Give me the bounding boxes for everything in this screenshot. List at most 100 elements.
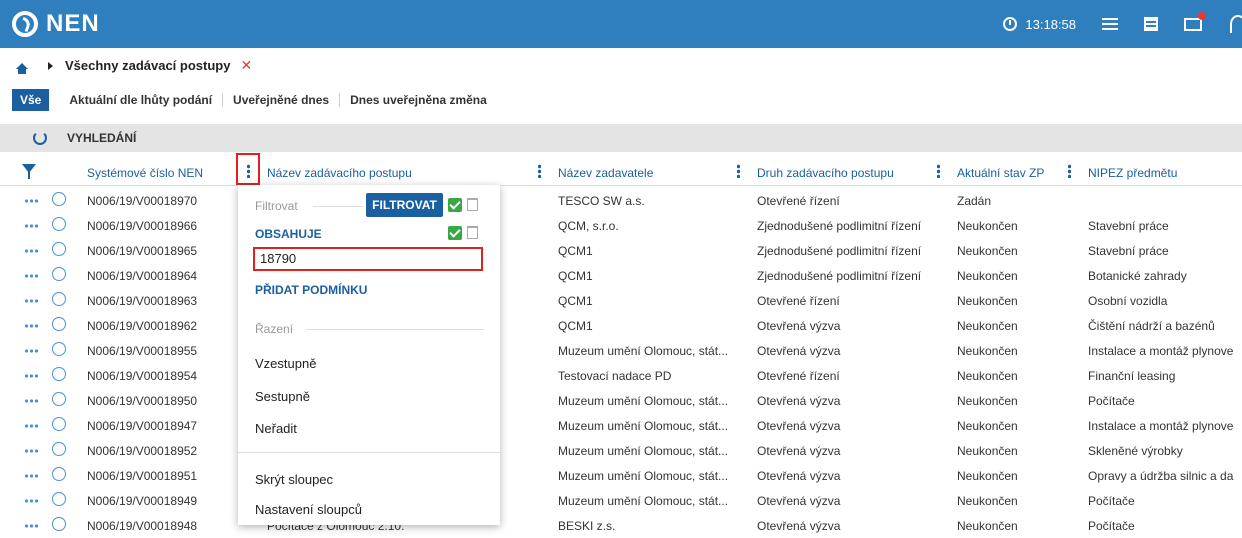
more-icon[interactable] xyxy=(24,374,38,378)
more-icon[interactable] xyxy=(24,449,38,453)
check-icon[interactable] xyxy=(448,198,462,212)
more-icon[interactable] xyxy=(24,199,38,203)
info-icon[interactable] xyxy=(52,392,66,406)
tab-current-deadline[interactable]: Aktuální dle lhůty podání xyxy=(59,93,224,107)
info-icon[interactable] xyxy=(52,267,66,281)
table-row[interactable]: N006/19/V00018949 Muzeum umění Olomouc, s… xyxy=(0,488,1242,513)
more-icon[interactable] xyxy=(24,274,38,278)
column-menu-icon[interactable] xyxy=(937,164,940,178)
add-condition-link[interactable]: PŘIDAT PODMÍNKU xyxy=(255,283,367,297)
info-icon[interactable] xyxy=(52,367,66,381)
more-icon[interactable] xyxy=(24,524,38,528)
home-icon[interactable] xyxy=(16,62,28,74)
hide-column-item[interactable]: Skrýt sloupec xyxy=(255,472,333,487)
refresh-icon[interactable] xyxy=(33,131,47,145)
cell-nipez: Počítače xyxy=(1088,494,1135,508)
table-row[interactable]: N006/19/V00018952 Muzeum umění Olomouc, s… xyxy=(0,438,1242,463)
trash-icon[interactable] xyxy=(467,198,478,211)
more-icon[interactable] xyxy=(24,399,38,403)
table-row[interactable]: N006/19/V00018963honQCM1Otevřené řízeníN… xyxy=(0,288,1242,313)
filter-label: Filtrovat xyxy=(255,199,298,213)
cell-nipez: Stavební práce xyxy=(1088,219,1169,233)
user-icon[interactable] xyxy=(1230,15,1242,33)
column-header-system-number[interactable]: Systémové číslo NEN xyxy=(87,166,203,180)
column-menu-icon[interactable] xyxy=(737,164,740,178)
column-menu-icon[interactable] xyxy=(538,164,541,178)
table-row[interactable]: N006/19/V00018947 Muzeum umění Olomouc, s… xyxy=(0,413,1242,438)
info-icon[interactable] xyxy=(52,192,66,206)
more-icon[interactable] xyxy=(24,424,38,428)
filter-icon[interactable] xyxy=(22,164,36,179)
table-header: Systémové číslo NEN Název zadávacího pos… xyxy=(0,158,1242,186)
table-row[interactable]: N006/19/V00018950 Muzeum umění Olomouc, s… xyxy=(0,388,1242,413)
trash-icon[interactable] xyxy=(467,226,478,239)
menu-icon[interactable] xyxy=(1102,18,1118,30)
cell-status: Neukončen xyxy=(957,269,1018,283)
condition-select[interactable]: OBSAHUJE xyxy=(255,227,322,241)
table-row[interactable]: N006/19/V00018951 Muzeum umění Olomouc, s… xyxy=(0,463,1242,488)
cell-status: Neukončen xyxy=(957,294,1018,308)
column-header-procedure-type[interactable]: Druh zadávacího postupu xyxy=(757,166,894,180)
sort-descending-item[interactable]: Sestupně xyxy=(255,389,310,404)
table-row[interactable]: N006/19/V00018966dek 3...QCM, s.r.o.Zjed… xyxy=(0,213,1242,238)
info-icon[interactable] xyxy=(52,467,66,481)
cell-contracting-authority: Muzeum umění Olomouc, stát... xyxy=(558,494,729,508)
more-icon[interactable] xyxy=(24,474,38,478)
cell-procedure-type: Otevřená výzva xyxy=(757,494,841,508)
cell-contracting-authority: QCM1 xyxy=(558,294,593,308)
filter-button[interactable]: FILTROVAT xyxy=(366,193,443,217)
info-icon[interactable] xyxy=(52,217,66,231)
more-icon[interactable] xyxy=(24,324,38,328)
divider xyxy=(238,452,500,453)
table-row[interactable]: N006/19/V00018955 Muzeum umění Olomouc, s… xyxy=(0,338,1242,363)
table-row[interactable]: N006/19/V00018962 QCM1 Otevřená výzva Neuko… xyxy=(0,313,1242,338)
no-sort-item[interactable]: Neřadit xyxy=(255,421,297,436)
column-header-status[interactable]: Aktuální stav ZP xyxy=(957,166,1044,180)
info-icon[interactable] xyxy=(52,492,66,506)
info-icon[interactable] xyxy=(52,517,66,531)
info-icon[interactable] xyxy=(52,417,66,431)
check-icon[interactable] xyxy=(448,226,462,240)
more-icon[interactable] xyxy=(24,224,38,228)
tab-all[interactable]: Vše xyxy=(12,89,50,111)
tab-changed-today[interactable]: Dnes uveřejněna změna xyxy=(340,93,497,107)
info-icon[interactable] xyxy=(52,317,66,331)
table-row[interactable]: N006/19/V00018964 QCM1 Zjednodušené podlim… xyxy=(0,263,1242,288)
info-icon[interactable] xyxy=(52,342,66,356)
more-icon[interactable] xyxy=(24,349,38,353)
info-icon[interactable] xyxy=(52,242,66,256)
more-icon[interactable] xyxy=(24,499,38,503)
cell-status: Neukončen xyxy=(957,469,1018,483)
cell-system-number: N006/19/V00018947 xyxy=(87,419,198,433)
table-row[interactable]: N006/19/V00018965eQCM1Zjednodušené podli… xyxy=(0,238,1242,263)
cell-procedure-type: Zjednodušené podlimitní řízení xyxy=(757,219,922,233)
close-icon[interactable]: ✕ xyxy=(240,57,252,74)
info-icon[interactable] xyxy=(52,442,66,456)
nen-logo[interactable]: NEN xyxy=(12,10,100,38)
tab-published-today[interactable]: Uveřejněné dnes xyxy=(223,93,341,107)
table-row[interactable]: N006/19/V00018970 TESCO SW a.s. Otevřené ř… xyxy=(0,188,1242,213)
cell-system-number: N006/19/V00018970 xyxy=(87,194,198,208)
column-menu-popup: Filtrovat FILTROVAT OBSAHUJE 18790 PŘIDA… xyxy=(238,185,500,525)
sort-ascending-item[interactable]: Vzestupně xyxy=(255,356,316,371)
clock-time: 13:18:58 xyxy=(1025,16,1076,32)
cell-contracting-authority: QCM1 xyxy=(558,319,593,333)
table-row[interactable]: N006/19/V00018954 Testovací nadace PD Otev… xyxy=(0,363,1242,388)
table-row[interactable]: N006/19/V00018948 Počítače z Olomouc 2.10… xyxy=(0,513,1242,538)
info-icon[interactable] xyxy=(52,292,66,306)
calculator-icon[interactable] xyxy=(1144,17,1158,31)
search-label[interactable]: VYHLEDÁNÍ xyxy=(67,131,136,145)
column-menu-icon[interactable] xyxy=(1068,164,1071,178)
filter-input[interactable]: 18790 xyxy=(253,247,483,271)
cell-contracting-authority: Muzeum umění Olomouc, stát... xyxy=(558,394,729,408)
column-settings-item[interactable]: Nastavení sloupců xyxy=(255,502,362,517)
more-icon[interactable] xyxy=(24,299,38,303)
cell-procedure-type: Otevřené řízení xyxy=(757,294,840,308)
cell-status: Neukončen xyxy=(957,244,1018,258)
column-header-procedure-name[interactable]: Název zadávacího postupu xyxy=(267,166,412,180)
cell-contracting-authority: Muzeum umění Olomouc, stát... xyxy=(558,444,729,458)
more-icon[interactable] xyxy=(24,249,38,253)
column-header-nipez[interactable]: NIPEZ předmětu xyxy=(1088,166,1177,180)
column-header-contracting-authority[interactable]: Název zadavatele xyxy=(558,166,653,180)
mail-icon[interactable] xyxy=(1184,11,1206,31)
